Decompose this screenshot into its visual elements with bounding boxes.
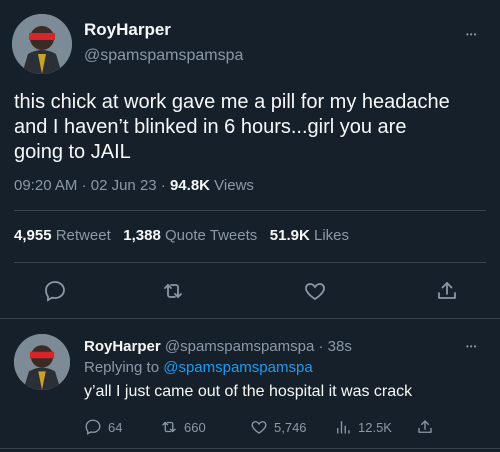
more-icon[interactable]: ••• — [466, 30, 477, 40]
reply-views-count: 12.5K — [358, 419, 392, 435]
reply-user-handle[interactable]: @spamspamspamspa — [165, 338, 314, 355]
tweet-time[interactable]: 09:20 AM — [14, 177, 77, 194]
display-name[interactable]: RoyHarper — [84, 20, 171, 40]
tweet-meta: 09:20 AM · 02 Jun 23 · 94.8K Views — [14, 177, 254, 194]
divider — [14, 262, 486, 263]
like-button[interactable] — [302, 278, 328, 304]
quotes-label: Quote Tweets — [164, 227, 258, 244]
views-label: Views — [214, 177, 254, 194]
reply-reply-button[interactable]: 64 — [84, 418, 122, 436]
reply-button[interactable] — [42, 278, 68, 304]
retweets-stat[interactable]: 4,955 Retweet — [14, 227, 111, 244]
reply-avatar[interactable] — [14, 334, 70, 390]
meta-separator: · — [160, 177, 166, 194]
retweet-icon — [164, 284, 182, 298]
meta-separator: · — [81, 177, 87, 194]
retweets-count: 4,955 — [14, 227, 52, 244]
share-button[interactable] — [434, 278, 460, 304]
avatar[interactable] — [12, 14, 72, 74]
reply-like-button[interactable]: 5,746 — [250, 418, 307, 436]
reply-display-name[interactable]: RoyHarper — [84, 338, 161, 355]
likes-count: 51.9K — [269, 227, 310, 244]
replying-to-label: Replying to — [84, 359, 160, 376]
replying-to-handle[interactable]: @spamspamspamspa — [163, 359, 312, 376]
reply-more-icon[interactable]: ••• — [466, 342, 477, 352]
reply-age[interactable]: 38s — [328, 338, 352, 355]
reply-icon — [85, 419, 101, 435]
reply-retweet-count: 660 — [184, 419, 206, 435]
replying-to: Replying to @spamspamspamspa — [84, 359, 313, 376]
retweets-label: Retweet — [55, 227, 111, 244]
reply-text: y’all I just came out of the hospital it… — [84, 383, 413, 400]
more-glyph: ••• — [466, 30, 478, 39]
tweet-stats: 4,955 Retweet 1,388 Quote Tweets 51.9K L… — [14, 227, 349, 244]
views-icon — [337, 421, 350, 434]
quotes-count: 1,388 — [123, 227, 161, 244]
share-icon — [418, 420, 432, 433]
quotes-stat[interactable]: 1,388 Quote Tweets — [123, 227, 257, 244]
reply-like-count: 5,746 — [274, 419, 307, 435]
tweet-date[interactable]: 02 Jun 23 — [91, 177, 157, 194]
share-icon — [438, 282, 456, 299]
divider — [0, 318, 500, 319]
reply-share-button[interactable] — [416, 418, 434, 436]
likes-label: Likes — [313, 227, 350, 244]
tweet-text: this chick at work gave me a pill for my… — [14, 91, 450, 163]
reply-count: 64 — [108, 419, 123, 435]
divider — [0, 448, 500, 449]
reply-views-button[interactable]: 12.5K — [334, 418, 392, 436]
likes-stat[interactable]: 51.9K Likes — [270, 227, 349, 244]
reply-retweet-button[interactable]: 660 — [160, 418, 206, 436]
reply-header: RoyHarper @spamspamspamspa · 38s — [84, 338, 352, 355]
like-icon — [251, 421, 267, 434]
divider — [14, 210, 486, 211]
like-icon — [305, 283, 325, 301]
user-handle[interactable]: @spamspamspamspa — [84, 47, 243, 65]
reply-icon — [45, 281, 65, 302]
reply-separator: · — [318, 338, 324, 355]
reply-more-glyph: ••• — [466, 342, 478, 351]
views-count: 94.8K — [169, 177, 210, 194]
retweet-button[interactable] — [160, 278, 186, 304]
retweet-icon — [162, 421, 176, 433]
